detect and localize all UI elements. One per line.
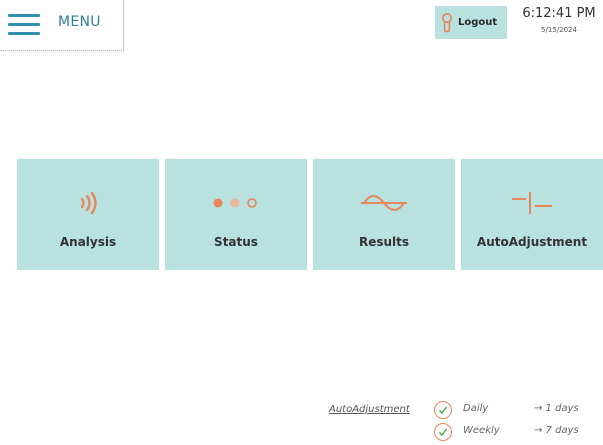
schedule-interval: → 1 days	[534, 403, 579, 414]
menu-label: MENU	[58, 14, 101, 30]
tile-results[interactable]: Results	[313, 159, 455, 270]
tile-status-label: Status	[214, 235, 258, 249]
clock-time: 6:12:41 PM	[522, 6, 596, 21]
schedule-row-weekly: Weekly → 7 days	[434, 423, 599, 441]
signal-waves-icon	[80, 191, 97, 215]
sine-wave-icon	[361, 195, 407, 211]
logout-button[interactable]: Logout	[435, 6, 507, 39]
main-tiles: Analysis Status Results AutoAdjustment	[17, 159, 603, 270]
schedule-row-daily: Daily → 1 days	[434, 401, 599, 419]
key-icon	[442, 12, 452, 32]
autoadjustment-link[interactable]: AutoAdjustment	[329, 404, 410, 415]
tile-analysis[interactable]: Analysis	[17, 159, 159, 270]
status-dots-icon	[213, 198, 257, 208]
clock-date: 5/15/2024	[541, 26, 577, 34]
check-icon	[434, 401, 452, 419]
tile-analysis-label: Analysis	[59, 235, 117, 249]
clock: 6:12:41 PM 5/15/2024	[515, 6, 603, 34]
tile-status[interactable]: Status	[165, 159, 307, 270]
adjust-line-icon	[512, 192, 552, 214]
schedule-interval: → 7 days	[534, 425, 579, 436]
menu-button[interactable]: MENU	[0, 0, 124, 51]
hamburger-icon	[8, 14, 40, 36]
schedule-frequency: Weekly	[463, 425, 500, 436]
logout-label: Logout	[458, 17, 498, 28]
tile-autoadjustment[interactable]: AutoAdjustment	[461, 159, 603, 270]
tile-results-label: Results	[358, 235, 410, 249]
schedule-frequency: Daily	[463, 403, 489, 414]
tile-autoadjustment-label: AutoAdjustment	[476, 235, 588, 249]
check-icon	[434, 423, 452, 441]
